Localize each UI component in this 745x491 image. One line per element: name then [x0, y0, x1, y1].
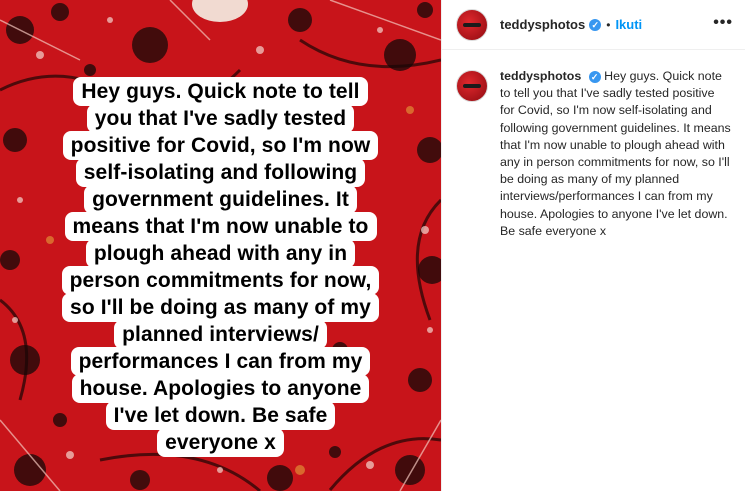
story-line: everyone x — [157, 428, 284, 457]
post-image[interactable]: Hey guys. Quick note to tell you that I'… — [0, 0, 441, 491]
story-line: house. Apologies to anyone — [71, 374, 370, 403]
story-line: planned interviews/ — [114, 320, 327, 349]
avatar[interactable] — [456, 8, 488, 41]
caption-username-link[interactable]: teddysphotos — [500, 69, 581, 83]
instagram-post: Hey guys. Quick note to tell you that I'… — [0, 0, 745, 491]
separator-dot: • — [606, 17, 611, 32]
caption: teddysphotos ✓ Hey guys. Quick note to t… — [500, 68, 731, 240]
story-line: self-isolating and following — [75, 158, 366, 187]
avatar[interactable] — [456, 70, 488, 102]
story-line: Hey guys. Quick note to tell — [73, 77, 368, 106]
story-line: so I'll be doing as many of my — [62, 293, 379, 322]
verified-badge-icon: ✓ — [589, 18, 602, 31]
story-line: person commitments for now, — [61, 266, 380, 295]
story-line: I've let down. Be safe — [105, 401, 336, 430]
story-line: government guidelines. It — [84, 185, 357, 214]
story-line: you that I've sadly tested — [86, 104, 355, 133]
follow-button[interactable]: Ikuti — [615, 17, 642, 32]
story-line: plough ahead with any in — [85, 239, 356, 268]
caption-text: Hey guys. Quick note to tell you that I'… — [500, 69, 731, 238]
post-header: teddysphotos ✓ • Ikuti ••• — [442, 0, 745, 50]
more-options-icon[interactable]: ••• — [713, 14, 733, 32]
caption-row: teddysphotos ✓ Hey guys. Quick note to t… — [442, 50, 745, 240]
story-text-block: Hey guys. Quick note to tell you that I'… — [0, 77, 441, 457]
story-line: positive for Covid, so I'm now — [62, 131, 379, 160]
username-link[interactable]: teddysphotos — [500, 17, 585, 32]
story-line: performances I can from my — [70, 347, 371, 376]
verified-badge-icon: ✓ — [588, 71, 601, 83]
story-line: means that I'm now unable to — [64, 212, 377, 241]
post-side-panel: teddysphotos ✓ • Ikuti ••• teddysphotos … — [441, 0, 745, 491]
